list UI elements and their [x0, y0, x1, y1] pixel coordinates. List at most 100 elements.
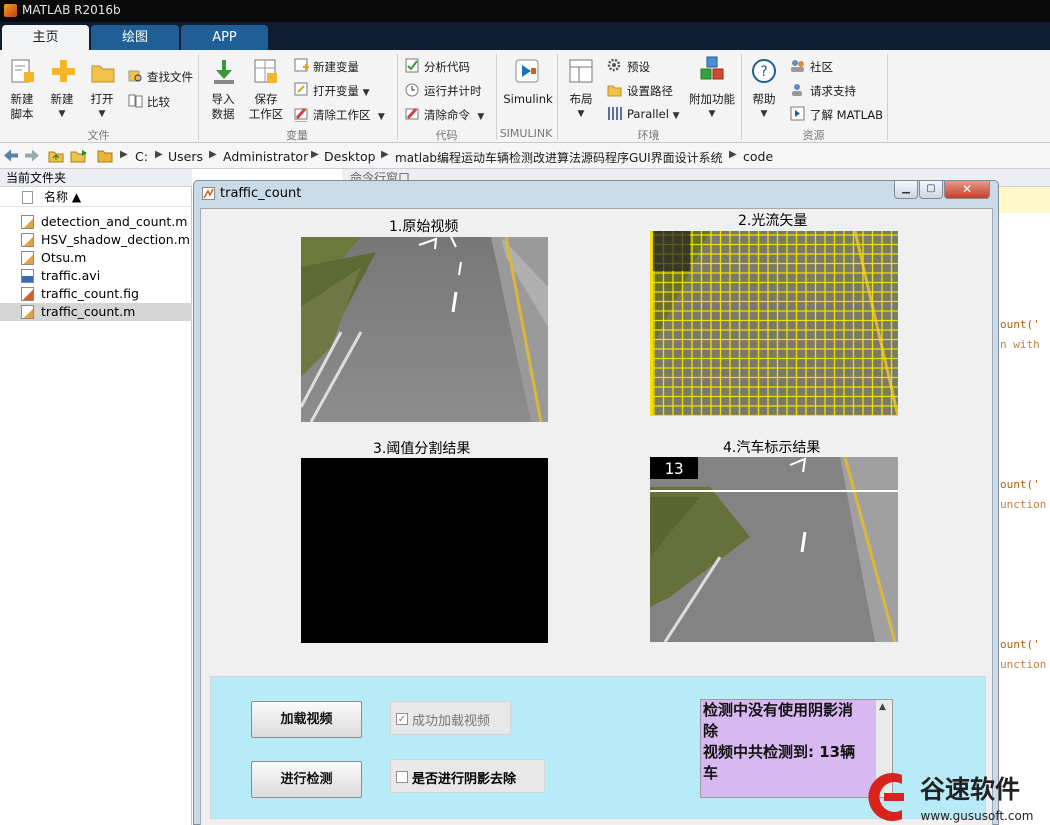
- video-file-icon: [21, 269, 34, 283]
- new-label: 新建: [50, 92, 74, 106]
- analyze-code-button[interactable]: 分析代码: [424, 59, 470, 75]
- checkbox-unchecked-icon: [396, 771, 408, 783]
- clear-commands-button[interactable]: 清除命令 ▼: [424, 107, 484, 123]
- file-item[interactable]: traffic.avi: [0, 267, 192, 285]
- new-script-label2: 脚本: [10, 107, 34, 121]
- community-button[interactable]: 社区: [810, 59, 833, 75]
- breadcrumb-administrator[interactable]: Administrator: [223, 149, 308, 164]
- community-icon: [791, 60, 804, 72]
- new-variable-button[interactable]: 新建变量: [313, 59, 359, 75]
- import-data-button[interactable]: 导入 数据: [205, 92, 241, 122]
- group-label-code: 代码: [435, 129, 458, 142]
- file-column-icon: [22, 191, 33, 204]
- help-button[interactable]: 帮助 ▼: [745, 92, 783, 122]
- add-ons-label: 附加功能: [689, 92, 735, 106]
- up-folder-icon[interactable]: [48, 148, 64, 163]
- save-workspace-button[interactable]: 保存 工作区: [245, 92, 287, 122]
- group-label-simulink: SIMULINK: [499, 127, 553, 140]
- gui-title-bar[interactable]: traffic_count ▁ ▢ ✕: [194, 181, 998, 207]
- code-fragment: n with: [1000, 338, 1040, 351]
- app-title: MATLAB R2016b: [22, 3, 121, 17]
- threshold-result-frame: [301, 458, 548, 643]
- breadcrumb-users[interactable]: Users: [168, 149, 203, 164]
- watermark-brand: 谷速软件: [920, 775, 1020, 804]
- load-video-button[interactable]: 加载视频: [251, 701, 362, 738]
- file-item[interactable]: detection_and_count.m: [0, 213, 192, 231]
- set-path-icon: [607, 85, 622, 97]
- breadcrumb-drive[interactable]: C:: [135, 149, 148, 164]
- parallel-label: Parallel: [627, 107, 669, 121]
- add-ons-button[interactable]: 附加功能 ▼: [684, 92, 740, 122]
- parallel-button[interactable]: Parallel ▼: [627, 107, 679, 121]
- set-path-button[interactable]: 设置路径: [627, 83, 673, 99]
- close-button[interactable]: ✕: [944, 181, 990, 199]
- back-arrow-icon[interactable]: [3, 149, 19, 162]
- layout-button[interactable]: 布局 ▼: [562, 92, 600, 122]
- file-name: detection_and_count.m: [41, 214, 188, 229]
- app-title-bar: MATLAB R2016b: [0, 0, 1050, 22]
- open-button[interactable]: 打开 ▼: [84, 92, 120, 122]
- original-video-frame: [301, 237, 548, 422]
- breadcrumb-separator-icon: ▶: [311, 149, 319, 160]
- breadcrumb-desktop[interactable]: Desktop: [324, 149, 376, 164]
- open-variable-label: 打开变量: [313, 84, 359, 98]
- minimize-button[interactable]: ▁: [894, 181, 918, 199]
- panel-title-original: 1.原始视频: [389, 219, 459, 235]
- gui-title: traffic_count: [220, 186, 302, 201]
- clear-workspace-label: 清除工作区: [313, 108, 371, 122]
- gui-client-area: 1.原始视频 2.光流矢量 3.阈值分割结果 4.汽车标示结果 13 加载视频 …: [200, 208, 993, 825]
- load-success-label: 成功加载视频: [412, 714, 491, 729]
- file-item[interactable]: HSV_shadow_dection.m: [0, 231, 192, 249]
- breadcrumb-project[interactable]: matlab编程运动车辆检测改进算法源码程序GUI界面设计系统: [395, 149, 723, 166]
- run-and-time-button[interactable]: 运行并计时: [424, 83, 482, 99]
- result-line: 视频中共检测到: 13辆: [703, 743, 856, 761]
- clear-workspace-button[interactable]: 清除工作区 ▼: [313, 107, 385, 123]
- scroll-up-icon[interactable]: ▲: [879, 702, 886, 712]
- matlab-logo-icon: [4, 4, 17, 17]
- tab-apps[interactable]: APP: [181, 25, 268, 50]
- import-label1: 导入: [211, 92, 235, 106]
- svg-text:?: ?: [760, 64, 767, 80]
- analyze-code-icon: [405, 58, 419, 73]
- tab-home[interactable]: 主页: [2, 25, 89, 50]
- code-fragment: ount(': [1000, 638, 1040, 651]
- request-support-button[interactable]: 请求支持: [810, 83, 856, 99]
- tab-plots[interactable]: 绘图: [91, 25, 179, 50]
- shadow-removal-checkbox[interactable]: 是否进行阴影去除: [390, 759, 545, 793]
- find-files-icon: [128, 70, 142, 82]
- preferences-gear-icon: [607, 58, 621, 72]
- new-script-button[interactable]: 新建 脚本: [4, 92, 40, 122]
- group-label-file: 文件: [87, 129, 110, 142]
- m-file-icon: [21, 215, 34, 229]
- code-fragment: ount(': [1000, 478, 1040, 491]
- learn-matlab-button[interactable]: 了解 MATLAB: [810, 107, 883, 123]
- maximize-button[interactable]: ▢: [919, 181, 943, 199]
- browse-folder-icon[interactable]: [70, 148, 88, 163]
- name-column-header[interactable]: 名称 ▲: [0, 188, 192, 207]
- start-detection-button[interactable]: 进行检测: [251, 761, 362, 798]
- simulink-button[interactable]: Simulink: [500, 92, 556, 107]
- breadcrumb-code[interactable]: code: [743, 149, 773, 164]
- matlab-figure-icon: [202, 187, 215, 200]
- open-variable-button[interactable]: 打开变量 ▼: [313, 83, 370, 99]
- watermark-logo: 谷速软件 www.gususoft.com: [868, 773, 1034, 823]
- current-folder-panel: 当前文件夹 名称 ▲ detection_and_count.m HSV_sha…: [0, 169, 192, 825]
- result-line: 检测中没有使用阴影消: [703, 701, 854, 719]
- preferences-button[interactable]: 预设: [627, 59, 650, 75]
- new-button[interactable]: 新建 ▼: [44, 92, 80, 122]
- file-item[interactable]: traffic_count.fig: [0, 285, 192, 303]
- compare-button[interactable]: 比较: [147, 94, 170, 110]
- help-label: 帮助: [752, 92, 776, 106]
- run-time-icon: [405, 83, 419, 97]
- load-success-checkbox[interactable]: ✓ 成功加载视频: [390, 701, 511, 735]
- new-script-icon: [11, 59, 34, 83]
- panel-title-car-marking: 4.汽车标示结果: [723, 440, 821, 456]
- file-item[interactable]: Otsu.m: [0, 249, 192, 267]
- find-files-button[interactable]: 查找文件: [147, 69, 193, 85]
- forward-arrow-icon[interactable]: [24, 149, 40, 162]
- file-item-selected[interactable]: traffic_count.m: [0, 303, 192, 321]
- save-label2: 工作区: [248, 107, 284, 121]
- clear-workspace-icon: [294, 106, 309, 121]
- new-variable-top-icon: [294, 58, 309, 72]
- result-text: 检测中没有使用阴影消 除 视频中共检测到: 13辆 车: [703, 700, 875, 784]
